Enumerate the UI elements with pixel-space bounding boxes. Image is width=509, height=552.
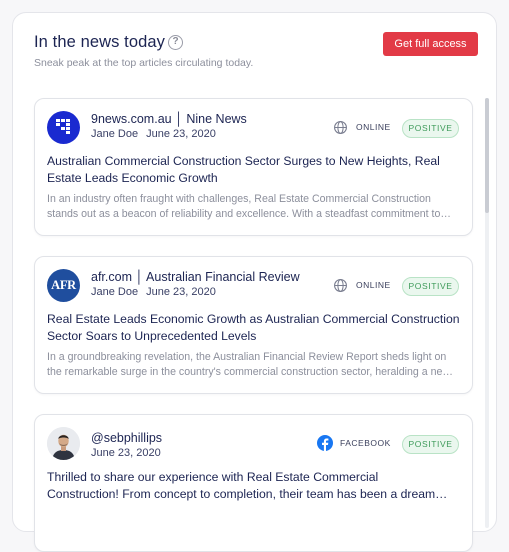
- channel-label: ONLINE: [356, 122, 391, 132]
- help-icon[interactable]: ?: [168, 35, 183, 50]
- sentiment-badge: POSITIVE: [402, 435, 459, 454]
- nine-news-logo-mark: [56, 119, 70, 134]
- article-source[interactable]: 9news.com.au │ Nine News: [91, 112, 247, 126]
- article-headline[interactable]: Real Estate Leads Economic Growth as Aus…: [47, 311, 462, 345]
- article-headline[interactable]: Thrilled to share our experience with Re…: [47, 469, 462, 503]
- author-handle[interactable]: @sebphillips: [91, 431, 162, 445]
- channel-label: FACEBOOK: [340, 438, 391, 448]
- article-date: June 23, 2020: [146, 286, 216, 298]
- article-headline[interactable]: Australian Commercial Construction Secto…: [47, 153, 462, 187]
- scrollbar-thumb[interactable]: [485, 98, 489, 213]
- article-excerpt: In an industry often fraught with challe…: [47, 192, 462, 222]
- article-meta: Jane Doe June 23, 2020: [91, 286, 216, 298]
- get-full-access-button[interactable]: Get full access: [383, 32, 478, 56]
- panel-subtitle: Sneak peak at the top articles circulati…: [34, 57, 254, 69]
- globe-icon: [334, 121, 347, 134]
- article-date: June 23, 2020: [91, 447, 161, 459]
- panel-title: In the news today: [34, 33, 166, 51]
- excerpt-line: In an industry often fraught with challe…: [47, 193, 431, 205]
- article-source[interactable]: afr.com │ Australian Financial Review: [91, 270, 300, 284]
- news-panel: In the news today ? Sneak peak at the to…: [12, 12, 497, 552]
- sentiment-badge: POSITIVE: [402, 119, 459, 138]
- person-avatar-image: [47, 427, 80, 460]
- article-meta: June 23, 2020: [91, 447, 161, 459]
- excerpt-line: stands out as a beacon of reliability an…: [47, 208, 451, 220]
- article-meta: Jane Doe June 23, 2020: [91, 128, 216, 140]
- afr-logo: AFR: [47, 269, 80, 302]
- headline-line: Construction! From concept to completion…: [47, 487, 448, 501]
- facebook-icon: [317, 435, 333, 451]
- channel-label: ONLINE: [356, 280, 391, 290]
- nine-news-logo: [47, 111, 80, 144]
- article-author: Jane Doe: [91, 286, 139, 298]
- sentiment-badge: POSITIVE: [402, 277, 459, 296]
- headline-line: Thrilled to share our experience with Re…: [47, 470, 379, 484]
- article-excerpt: In a groundbreaking revelation, the Aust…: [47, 350, 462, 380]
- article-date: June 23, 2020: [146, 128, 216, 140]
- globe-icon: [334, 279, 347, 292]
- article-author: Jane Doe: [91, 128, 139, 140]
- scrollbar-track[interactable]: [485, 98, 489, 528]
- article-card[interactable]: @sebphillips June 23, 2020 FACEBOOK POSI…: [34, 414, 473, 552]
- avatar: [47, 427, 80, 460]
- article-card[interactable]: AFR afr.com │ Australian Financial Revie…: [34, 256, 473, 394]
- excerpt-line: the remarkable surge in the country's co…: [47, 366, 453, 378]
- article-card[interactable]: 9news.com.au │ Nine News Jane Doe June 23…: [34, 98, 473, 236]
- excerpt-line: In a groundbreaking revelation, the Aust…: [47, 351, 447, 363]
